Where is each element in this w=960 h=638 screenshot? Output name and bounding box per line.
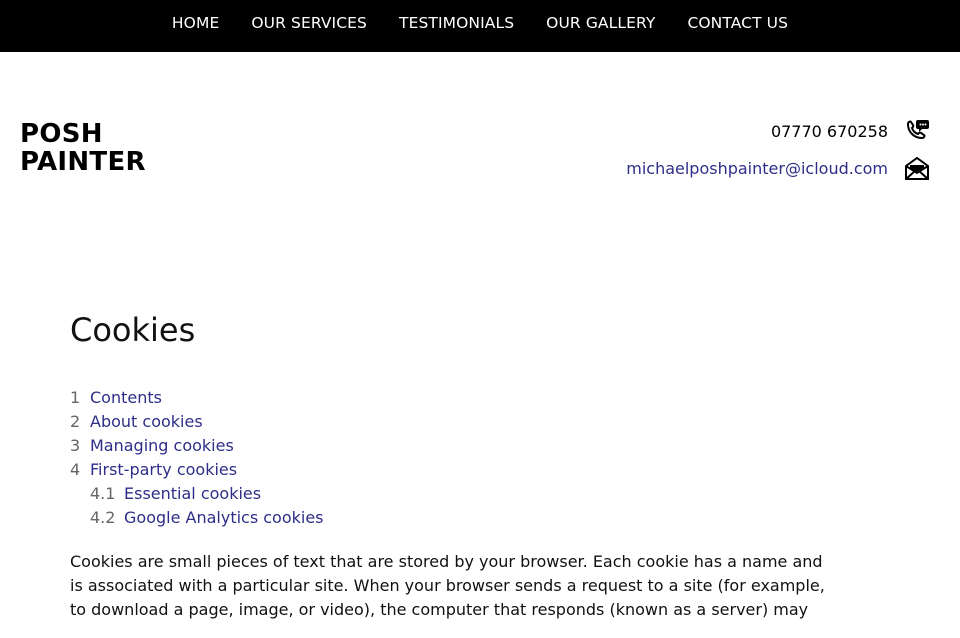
toc-number: 3 (70, 436, 81, 455)
email-link[interactable]: michaelposhpainter@icloud.com (626, 159, 888, 178)
top-navigation: HOME OUR SERVICES TESTIMONIALS OUR GALLE… (0, 0, 960, 52)
toc-item: 3 Managing cookies (70, 434, 830, 458)
toc-number: 1 (70, 388, 81, 407)
toc-link-google-analytics-cookies[interactable]: Google Analytics cookies (124, 506, 324, 530)
nav-our-gallery[interactable]: OUR GALLERY (530, 0, 671, 46)
brand-line-1: POSH (20, 119, 103, 149)
toc-number: 4 (70, 460, 81, 479)
toc-number: 2 (70, 412, 81, 431)
page-title: Cookies (70, 311, 196, 349)
main-content: Cookies 1 Contents 2 About cookies 3 Man… (70, 306, 830, 638)
phone-chat-icon (904, 118, 930, 144)
contact-info: 07770 670258 michaelposhpainter@icloud.c… (510, 116, 930, 190)
toc-subitem: 4.1 Essential cookies (70, 482, 830, 506)
nav-contact-us[interactable]: CONTACT US (671, 0, 804, 46)
toc-link-contents[interactable]: Contents (90, 386, 162, 410)
nav-testimonials[interactable]: TESTIMONIALS (383, 0, 530, 46)
toc-number: 4.1 (90, 484, 116, 503)
toc-number: 4.2 (90, 508, 116, 527)
email-row: michaelposhpainter@icloud.com (510, 153, 930, 183)
toc-link-managing-cookies[interactable]: Managing cookies (90, 434, 234, 458)
toc-subitem: 4.2 Google Analytics cookies (70, 506, 830, 530)
table-of-contents: 1 Contents 2 About cookies 3 Managing co… (70, 386, 830, 530)
brand-logo[interactable]: POSH PAINTER (20, 120, 146, 176)
toc-item: 1 Contents (70, 386, 830, 410)
envelope-icon (904, 155, 930, 181)
brand-line-2: PAINTER (20, 147, 146, 177)
toc-link-about-cookies[interactable]: About cookies (90, 410, 203, 434)
nav-home[interactable]: HOME (156, 0, 235, 46)
toc-item: 2 About cookies (70, 410, 830, 434)
intro-paragraph: Cookies are small pieces of text that ar… (70, 552, 825, 619)
toc-item: 4 First-party cookies (70, 458, 830, 482)
phone-row: 07770 670258 (510, 116, 930, 146)
toc-link-essential-cookies[interactable]: Essential cookies (124, 482, 261, 506)
phone-number[interactable]: 07770 670258 (771, 122, 888, 141)
nav-our-services[interactable]: OUR SERVICES (235, 0, 383, 46)
toc-link-first-party-cookies[interactable]: First-party cookies (90, 458, 237, 482)
